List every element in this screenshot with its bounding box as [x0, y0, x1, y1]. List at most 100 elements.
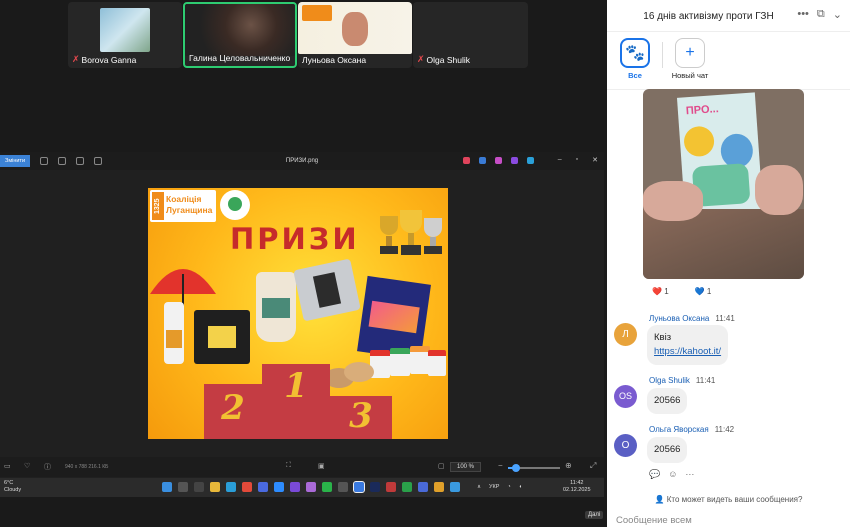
- app-icon[interactable]: [402, 482, 412, 492]
- message-time: 11:41: [695, 376, 716, 385]
- chat-header: 16 днів активізму проти ГЗН ••• ⧉ ⌄: [607, 0, 850, 32]
- clock-time: 11:42: [570, 480, 584, 486]
- language-indicator[interactable]: УКР: [489, 484, 499, 490]
- start-icon[interactable]: [162, 482, 172, 492]
- photo-viewer-statusbar: ▭ ♡ ⓘ 940 x 788 216.1 КБ ⛶ ▣ ▢ 100 % − ⊕…: [0, 457, 604, 477]
- photos-icon[interactable]: [353, 481, 365, 493]
- search-icon[interactable]: [178, 482, 188, 492]
- poster-title: ПРИЗИ: [230, 222, 360, 256]
- avatar[interactable]: Л: [614, 323, 637, 346]
- whatsapp-icon[interactable]: [322, 482, 332, 492]
- chat-panel: 16 днів активізму проти ГЗН ••• ⧉ ⌄ 🐾 Вс…: [607, 0, 850, 527]
- privacy-link[interactable]: 👤 Кто может видеть ваши сообщения?: [607, 495, 850, 504]
- chevron-down-icon[interactable]: ⌄: [833, 8, 842, 21]
- wifi-icon[interactable]: ◔: [507, 484, 510, 490]
- weather-widget[interactable]: 6°C Cloudy: [4, 480, 21, 494]
- reaction-blue-heart[interactable]: 💙 1: [695, 287, 712, 296]
- more-icon[interactable]: ···: [685, 469, 694, 480]
- participant-name: Луньова Оксана: [302, 55, 367, 65]
- chrome-icon[interactable]: [242, 482, 252, 492]
- edit-button[interactable]: Змінити: [0, 155, 31, 167]
- podium-third: 3: [330, 396, 392, 439]
- logo-text-line1: Коаліція: [166, 194, 202, 204]
- fit-icon[interactable]: ⛶: [286, 462, 291, 470]
- tab-new-chat[interactable]: + Новый чат: [667, 38, 713, 80]
- tote-bag-image: [194, 310, 250, 364]
- message-bubble: Квіз https://kahoot.it/: [647, 325, 729, 365]
- popout-icon[interactable]: ⧉: [817, 8, 825, 21]
- participant-video: [185, 4, 295, 56]
- app-icon[interactable]: [479, 157, 486, 164]
- app-icon[interactable]: [511, 157, 518, 164]
- reaction-heart[interactable]: ❤️ 1: [652, 287, 669, 296]
- privacy-text: Кто может видеть ваши сообщения?: [666, 495, 803, 504]
- participant-tile-olga[interactable]: ✗ Olga Shulik: [413, 2, 528, 68]
- participant-tile-lunova[interactable]: Луньова Оксана: [298, 2, 412, 68]
- zoom-slider-knob[interactable]: [512, 464, 520, 472]
- zoom-app-icon[interactable]: [274, 482, 284, 492]
- reply-icon[interactable]: 💬: [649, 469, 660, 480]
- emoji-icon[interactable]: ☺: [668, 469, 677, 480]
- heart-icon[interactable]: ♡: [24, 462, 30, 470]
- fullscreen-icon[interactable]: ⤢: [590, 461, 596, 471]
- next-label: Далі: [585, 511, 604, 519]
- app-icon[interactable]: [386, 482, 396, 492]
- task-view-icon[interactable]: [194, 482, 204, 492]
- crop-icon[interactable]: ▢: [438, 462, 445, 470]
- image-dimensions: 940 x 788 216.1 КБ: [65, 464, 109, 470]
- participant-tile-galyna[interactable]: Галина Целовальниченко: [183, 2, 297, 68]
- app-icon[interactable]: [463, 157, 470, 164]
- tab-all[interactable]: 🐾 Все: [617, 38, 653, 80]
- app-icon[interactable]: [527, 157, 534, 164]
- message-time: 11:42: [714, 425, 735, 434]
- app-icon[interactable]: [495, 157, 502, 164]
- avatar[interactable]: OS: [614, 385, 637, 408]
- message-actions: 💬 ☺ ···: [649, 469, 694, 480]
- folder-icon[interactable]: [210, 482, 220, 492]
- taskbar-clock[interactable]: 11:42 02.12.2025: [563, 480, 591, 494]
- minimize-icon[interactable]: –: [558, 156, 562, 164]
- participant-name: Olga Shulik: [426, 54, 471, 65]
- app-icon[interactable]: [418, 482, 428, 492]
- avatar[interactable]: О: [614, 434, 637, 457]
- app-icon[interactable]: [450, 482, 460, 492]
- delete-icon[interactable]: [58, 157, 67, 165]
- photoshop-icon[interactable]: [370, 482, 380, 492]
- thermo-cup-image: [256, 272, 296, 342]
- kahoot-link[interactable]: https://kahoot.it/: [654, 346, 721, 357]
- bottle-image: [164, 302, 184, 364]
- shared-photo[interactable]: ПРО...: [643, 89, 804, 279]
- close-icon[interactable]: ✕: [592, 156, 598, 164]
- more-icon[interactable]: •••: [797, 8, 809, 21]
- message-time: 11:41: [715, 314, 735, 323]
- favorite-icon[interactable]: [76, 157, 85, 165]
- zoom-dropdown[interactable]: 100 %: [450, 462, 482, 472]
- info-icon[interactable]: [94, 157, 103, 165]
- paw-icon: 🐾: [620, 38, 650, 68]
- hand-left: [643, 181, 703, 221]
- maximize-icon[interactable]: ▫: [576, 156, 578, 164]
- mic-muted-icon: ✗: [72, 54, 80, 64]
- zoom-out-icon[interactable]: −: [498, 461, 503, 470]
- participant-tile-borova[interactable]: ✗ Borova Ganna: [68, 2, 182, 68]
- volume-icon[interactable]: ◖: [519, 484, 522, 490]
- edge-icon[interactable]: [226, 482, 236, 492]
- clock-date: 02.12.2025: [563, 487, 591, 493]
- filmstrip-icon[interactable]: ▭: [4, 462, 11, 470]
- app-icon[interactable]: [434, 482, 444, 492]
- zoom-in-icon[interactable]: ⊕: [565, 461, 572, 470]
- app-icon[interactable]: [306, 482, 316, 492]
- app-icon[interactable]: [290, 482, 300, 492]
- chevron-up-icon[interactable]: ∧: [477, 484, 481, 490]
- message-input[interactable]: Сообщение всем: [616, 515, 692, 526]
- coasters-image: [324, 360, 384, 390]
- info-icon[interactable]: ⓘ: [44, 462, 51, 472]
- save-icon[interactable]: ▣: [318, 462, 325, 470]
- message-author: Ольга Яворская: [649, 425, 709, 434]
- app-icon[interactable]: [338, 482, 348, 492]
- rotate-icon[interactable]: [40, 157, 49, 165]
- store-icon[interactable]: [258, 482, 268, 492]
- shared-screen: Змінити ПРИЗИ.png – ▫ ✕ 1325 Коаліція Луг…: [0, 152, 604, 519]
- coalition-logo: 1325 Коаліція Луганщина: [150, 190, 216, 222]
- zoom-slider[interactable]: [508, 464, 560, 472]
